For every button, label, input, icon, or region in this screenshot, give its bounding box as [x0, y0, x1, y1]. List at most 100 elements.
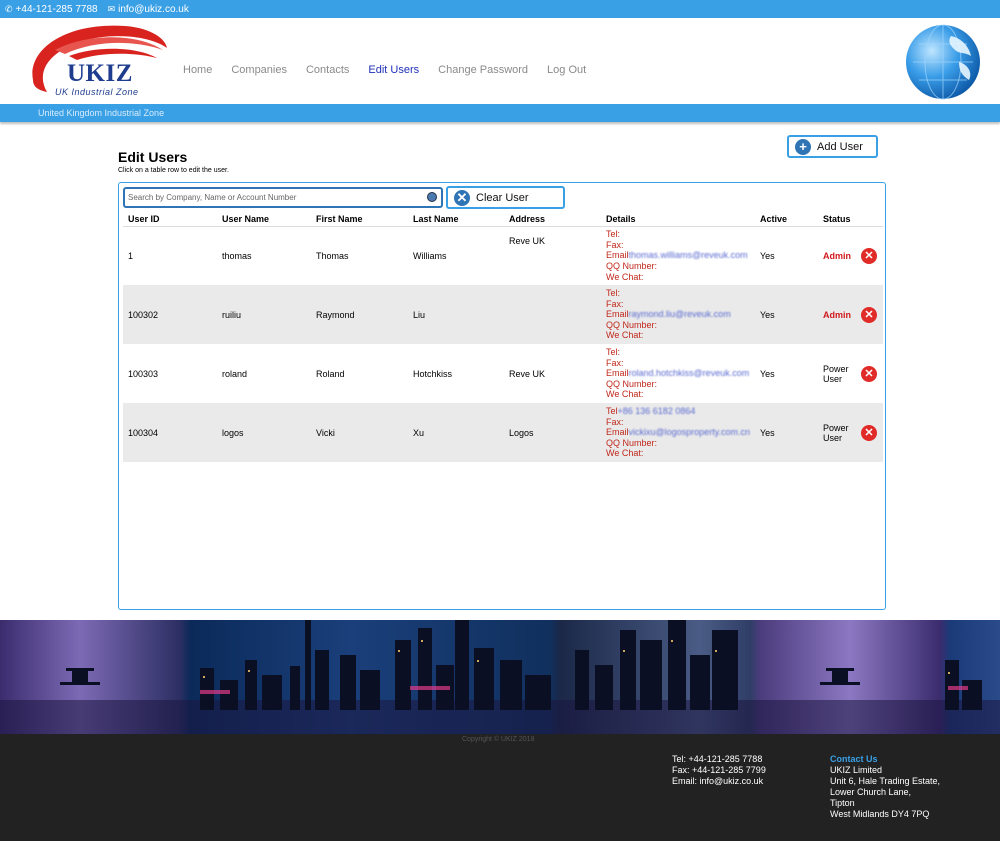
search-icon[interactable] — [427, 192, 437, 202]
status-badge: Power User — [823, 363, 849, 384]
col-first-name[interactable]: First Name — [311, 213, 408, 227]
col-status[interactable]: Status — [818, 213, 883, 227]
main-nav: Home Companies Contacts Edit Users Chang… — [183, 64, 586, 76]
col-user-name[interactable]: User Name — [217, 213, 311, 227]
col-user-id[interactable]: User ID — [123, 213, 217, 227]
top-phone-text: +44-121-285 7788 — [15, 3, 98, 15]
status-badge: Power User — [823, 422, 849, 443]
footer-addr-line: Lower Church Lane, — [830, 787, 912, 797]
cell-last-name: Hotchkiss — [413, 368, 453, 379]
cell-status: Power User ✕ — [818, 344, 883, 403]
detail-email: Email — [606, 309, 629, 320]
delete-user-icon[interactable]: ✕ — [861, 424, 877, 441]
footer-addr-line: UKIZ Limited — [830, 765, 883, 775]
plus-icon: + — [795, 138, 811, 155]
detail-tel-value: +86 136 6182 0864 — [617, 406, 696, 417]
detail-email: Email — [606, 368, 629, 379]
cell-status: Admin ✕ — [818, 285, 883, 344]
cell-status: Admin ✕ — [818, 226, 883, 285]
skyline-image — [0, 620, 1000, 734]
cell-last-name: Liu — [408, 285, 504, 344]
detail-wechat: We Chat: — [606, 330, 644, 341]
cell-address — [504, 285, 601, 344]
footer-fax: Fax: +44-121-285 7799 — [672, 765, 766, 775]
detail-qq: QQ Number: — [606, 261, 658, 272]
search-placeholder: Search by Company, Name or Account Numbe… — [128, 193, 297, 202]
table-row[interactable]: 100302 ruiliu Raymond Liu Tel: Fax: Emai… — [123, 285, 883, 344]
detail-tel: Tel: — [606, 288, 621, 299]
cell-first-name: Thomas — [316, 250, 349, 261]
city-skyline-banner — [0, 620, 1000, 734]
detail-fax: Fax: — [606, 357, 624, 368]
top-phone: ✆ +44-121-285 7788 — [5, 4, 98, 15]
nav-companies[interactable]: Companies — [231, 64, 287, 76]
col-address[interactable]: Address — [504, 213, 601, 227]
close-circle-icon: ✕ — [454, 189, 470, 206]
footer-addr-line: West Midlands DY4 7PQ — [830, 809, 930, 819]
detail-qq: QQ Number: — [606, 319, 658, 330]
detail-tel: Tel — [606, 406, 618, 417]
cell-status: Power User ✕ — [818, 403, 883, 462]
nav-edit-users[interactable]: Edit Users — [368, 64, 419, 76]
footer-address-block: Contact Us UKIZ Limited Unit 6, Hale Tra… — [830, 754, 940, 820]
add-user-button[interactable]: + Add User — [787, 135, 878, 158]
table-row[interactable]: 1 thomas Thomas Williams Reve UK Tel: Fa… — [123, 226, 883, 285]
cell-user-name: roland — [222, 368, 248, 379]
users-panel: Search by Company, Name or Account Numbe… — [118, 182, 886, 610]
top-email[interactable]: ✉ info@ukiz.co.uk — [108, 4, 189, 15]
cell-user-id: 1 — [128, 250, 134, 261]
clear-user-button[interactable]: ✕ Clear User — [446, 186, 565, 209]
nav-change-password[interactable]: Change Password — [438, 64, 528, 76]
cell-active: Yes — [755, 403, 818, 462]
delete-user-icon[interactable]: ✕ — [861, 306, 877, 323]
search-input[interactable]: Search by Company, Name or Account Numbe… — [123, 187, 443, 208]
cell-first-name: Vicki — [311, 403, 408, 462]
nav-log-out[interactable]: Log Out — [547, 64, 586, 76]
detail-email-value: raymond.liu@reveuk.com — [628, 309, 731, 320]
nav-home[interactable]: Home — [183, 64, 212, 76]
contact-us-heading[interactable]: Contact Us — [830, 754, 940, 765]
cell-active: Yes — [760, 368, 775, 379]
delete-user-icon[interactable]: ✕ — [861, 365, 877, 382]
detail-wechat: We Chat: — [606, 389, 644, 400]
top-email-text[interactable]: info@ukiz.co.uk — [118, 4, 189, 15]
cell-details: Tel: Fax: Emailraymond.liu@reveuk.com QQ… — [601, 285, 755, 344]
table-header-row: User ID User Name First Name Last Name A… — [123, 213, 883, 227]
table-row[interactable]: 100303 roland Roland Hotchkiss Reve UK T… — [123, 344, 883, 403]
col-details[interactable]: Details — [601, 213, 755, 227]
add-user-label: Add User — [817, 140, 863, 153]
footer-addr-line: Tipton — [830, 798, 855, 808]
sub-header-bar: United Kingdom Industrial Zone — [0, 104, 1000, 122]
footer-contact-block: Tel: +44-121-285 7788 Fax: +44-121-285 7… — [672, 754, 766, 787]
footer-addr-line: Unit 6, Hale Trading Estate, — [830, 776, 941, 786]
detail-wechat: We Chat: — [606, 448, 644, 459]
col-active[interactable]: Active — [755, 213, 818, 227]
status-badge: Admin — [823, 250, 851, 261]
ukiz-logo[interactable]: UKIZ UK Industrial Zone — [25, 20, 170, 102]
logo-text: UKIZ — [67, 60, 133, 87]
envelope-icon: ✉ — [107, 3, 116, 14]
sub-header-text: United Kingdom Industrial Zone — [38, 108, 165, 118]
detail-email: Email — [606, 427, 629, 438]
cell-details: Tel: Fax: Emailroland.hotchkiss@reveuk.c… — [601, 344, 755, 403]
page-title: Edit Users — [118, 149, 188, 165]
detail-qq: QQ Number: — [606, 437, 658, 448]
globe-icon — [906, 24, 980, 100]
delete-user-icon[interactable]: ✕ — [861, 247, 877, 264]
nav-contacts[interactable]: Contacts — [306, 64, 349, 76]
table-row[interactable]: 100304 logos Vicki Xu Logos Tel+86 136 6… — [123, 403, 883, 462]
detail-fax: Fax: — [606, 239, 624, 250]
footer-email[interactable]: Email: info@ukiz.co.uk — [672, 776, 766, 787]
cell-user-name: ruiliu — [217, 285, 311, 344]
site-header: UKIZ UK Industrial Zone Home Companies C… — [0, 18, 1000, 104]
cell-user-id: 100302 — [123, 285, 217, 344]
status-badge: Admin — [823, 309, 851, 320]
cell-user-name: logos — [217, 403, 311, 462]
detail-tel: Tel: — [606, 229, 621, 240]
users-table: User ID User Name First Name Last Name A… — [123, 213, 883, 462]
col-last-name[interactable]: Last Name — [408, 213, 504, 227]
copyright-text: Copyright © UKIZ 2018 — [462, 736, 535, 743]
detail-email-value: thomas.williams@reveuk.com — [628, 250, 748, 261]
cell-first-name: Roland — [316, 368, 345, 379]
footer-tel: Tel: +44-121-285 7788 — [672, 754, 763, 764]
